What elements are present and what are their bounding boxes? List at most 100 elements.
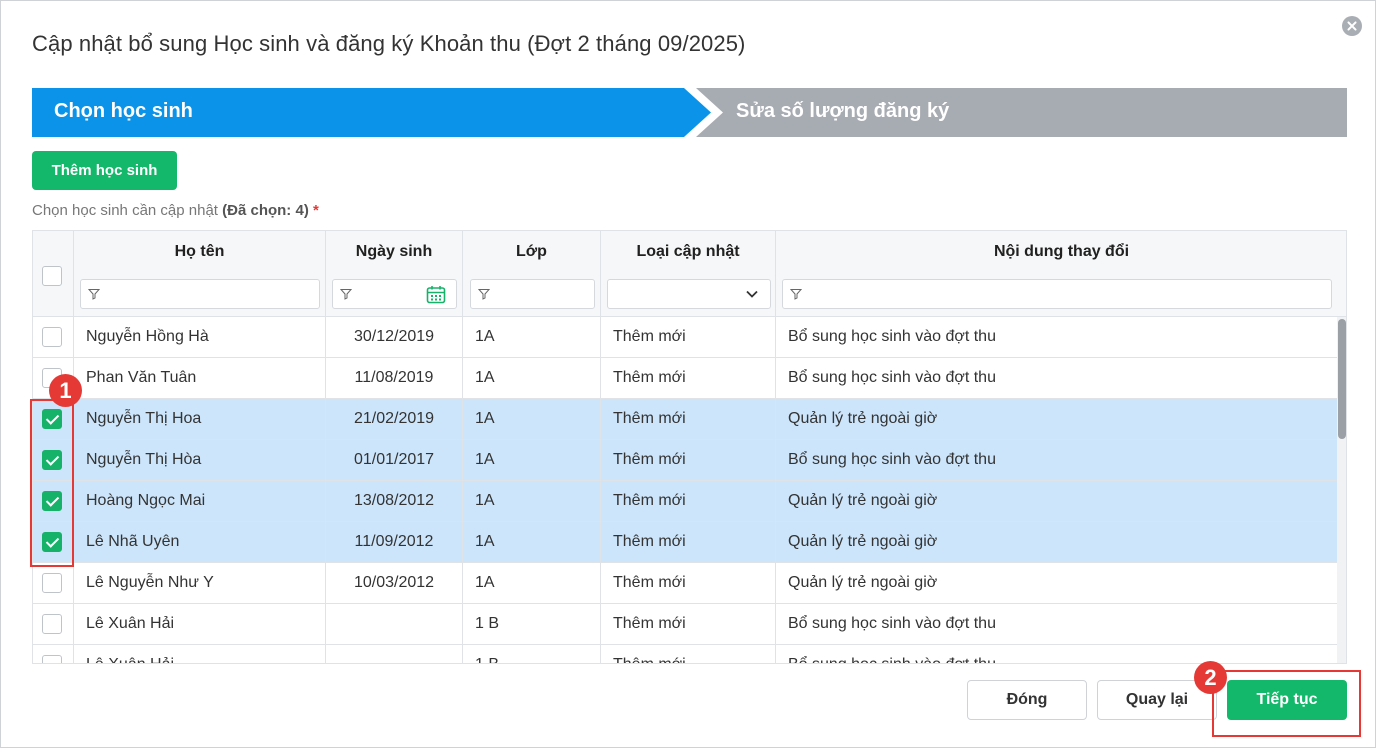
filter-dob-input[interactable]: [332, 279, 457, 309]
col-header-name: Họ tên: [174, 243, 225, 260]
cell-name: Phan Văn Tuân: [74, 358, 326, 398]
step-edit-quantity[interactable]: Sửa số lượng đăng ký: [736, 100, 949, 123]
cell-name: Nguyễn Thị Hoa: [74, 399, 326, 439]
cell-name: Lê Xuân Hải: [74, 645, 326, 663]
cell-class: 1A: [463, 440, 601, 480]
cell-select: [33, 317, 74, 357]
cell-content: Bổ sung học sinh vào đợt thu: [776, 645, 1337, 663]
filter-icon: [88, 289, 100, 300]
scrollbar-thumb[interactable]: [1338, 319, 1346, 439]
cell-dob: 30/12/2019: [326, 317, 463, 357]
table-row[interactable]: Lê Nguyễn Như Y 10/03/2012 1A Thêm mới Quản …: [33, 563, 1337, 604]
cell-dob: 01/01/2017: [326, 440, 463, 480]
cell-name: Hoàng Ngọc Mai: [74, 481, 326, 521]
cell-content: Bổ sung học sinh vào đợt thu: [788, 328, 996, 345]
cell-update-type: Thêm mới: [601, 317, 776, 357]
cell-dob: 11/08/2019: [326, 358, 463, 398]
cell-name: Nguyễn Hồng Hà: [74, 317, 326, 357]
col-header-update-type: Loại cập nhật: [636, 243, 740, 260]
header-content: Nội dung thay đổi: [776, 231, 1346, 317]
cell-dob: [326, 604, 463, 644]
hint-text: Chọn học sinh cần cập nhật: [32, 202, 223, 219]
header-name: Họ tên: [74, 231, 326, 317]
cell-class: 1 B: [463, 645, 601, 663]
row-checkbox[interactable]: [42, 655, 62, 663]
table-row[interactable]: Nguyễn Hồng Hà 30/12/2019 1A Thêm mới Bổ sun…: [33, 317, 1337, 358]
cell-dob: 13/08/2012: [326, 481, 463, 521]
table-row[interactable]: Lê Xuân Hải 1 BThêm mớiBổ sung học sinh v…: [33, 645, 1337, 663]
filter-class-input[interactable]: [470, 279, 595, 309]
table-row[interactable]: Nguyễn Thị Hòa 01/01/2017 1A Thêm mới Bổ sun…: [33, 440, 1337, 481]
close-button[interactable]: Đóng: [967, 680, 1087, 720]
chevron-down-icon: [746, 290, 758, 298]
table-scrollbar[interactable]: [1337, 317, 1346, 663]
cell-content: Quản lý trẻ ngoài giờ: [788, 410, 938, 427]
step-badge-1: 1: [49, 374, 82, 407]
header-class: Lớp: [463, 231, 601, 317]
col-header-class: Lớp: [516, 243, 547, 260]
selection-hint: Chọn học sinh cần cập nhật (Đã chọn: 4) …: [32, 202, 319, 219]
cell-content: Bổ sung học sinh vào đợt thu: [788, 451, 996, 468]
table-header: Họ tên Ngày sinh Lớp Loại cập nhật Nội d…: [33, 231, 1346, 317]
table-row[interactable]: Lê Nhã Uyên 11/09/2012 1A Thêm mới Quản lý t…: [33, 522, 1337, 563]
cell-content: Bổ sung học sinh vào đợt thu: [788, 369, 996, 386]
cell-class: 1A: [463, 481, 601, 521]
filter-icon: [790, 289, 802, 300]
cell-select: [33, 645, 74, 663]
step-choose-student[interactable]: Chọn học sinh: [54, 100, 193, 123]
table-row[interactable]: Lê Xuân Hải1 BThêm mớiBổ sung học sinh v…: [33, 604, 1337, 645]
stepper-shapes: [32, 88, 1347, 137]
filter-name-input[interactable]: [80, 279, 320, 309]
header-update-type: Loại cập nhật: [601, 231, 776, 317]
col-header-dob: Ngày sinh: [355, 243, 433, 260]
filter-content-input[interactable]: [782, 279, 1332, 309]
cell-dob: 10/03/2012: [326, 563, 463, 603]
cell-name: Lê Xuân Hải: [74, 604, 326, 644]
select-all-checkbox[interactable]: [42, 266, 62, 286]
filter-icon: [340, 289, 352, 300]
cell-name: Lê Nguyễn Như Y: [74, 563, 326, 603]
cell-update-type: Thêm mới: [601, 604, 776, 644]
cell-update-type: Thêm mới: [601, 563, 776, 603]
add-student-button[interactable]: Thêm học sinh: [32, 151, 177, 190]
cell-class: 1A: [463, 522, 601, 562]
step-badge-2: 2: [1194, 661, 1227, 694]
cell-update-type: Thêm mới: [601, 522, 776, 562]
student-table: Họ tên Ngày sinh Lớp Loại cập nhật Nội d…: [32, 230, 1347, 664]
cell-class: 1A: [463, 399, 601, 439]
calendar-icon[interactable]: [426, 285, 446, 304]
cell-dob: 11/09/2012: [326, 522, 463, 562]
col-header-content: Nội dung thay đổi: [993, 243, 1130, 260]
highlight-box-continue: [1212, 670, 1361, 737]
row-checkbox[interactable]: [42, 614, 62, 634]
cell-update-type: Thêm mới: [601, 645, 776, 663]
cell-dob: 21/02/2019: [326, 399, 463, 439]
cell-content: Quản lý trẻ ngoài giờ: [788, 492, 938, 509]
cell-dob: [326, 645, 463, 663]
cell-select: [33, 604, 74, 644]
cell-class: 1A: [463, 317, 601, 357]
stepper: Chọn học sinh Sửa số lượng đăng ký: [32, 88, 1347, 137]
table-row[interactable]: Hoàng Ngọc Mai 13/08/2012 1A Thêm mới Quản l…: [33, 481, 1337, 522]
cell-update-type: Thêm mới: [601, 358, 776, 398]
cell-content: Bổ sung học sinh vào đợt thu: [788, 615, 996, 632]
table-row[interactable]: Phan Văn Tuân 11/08/2019 1A Thêm mới Bổ sung…: [33, 358, 1337, 399]
cell-update-type: Thêm mới: [601, 481, 776, 521]
table-body: Nguyễn Hồng Hà 30/12/2019 1A Thêm mới Bổ sun…: [33, 317, 1337, 663]
cell-update-type: Thêm mới: [601, 399, 776, 439]
row-checkbox[interactable]: [42, 327, 62, 347]
cell-name: Lê Nhã Uyên: [74, 522, 326, 562]
dialog: Cập nhật bổ sung Học sinh và đăng ký Kho…: [0, 0, 1376, 748]
filter-icon: [478, 289, 490, 300]
header-select-cell: [33, 231, 74, 317]
close-icon[interactable]: [1342, 16, 1362, 36]
row-checkbox[interactable]: [42, 573, 62, 593]
filter-update-type-select[interactable]: [607, 279, 771, 309]
cell-class: 1A: [463, 358, 601, 398]
required-mark: *: [312, 202, 319, 219]
table-row[interactable]: Nguyễn Thị Hoa 21/02/2019 1A Thêm mới Quản l…: [33, 399, 1337, 440]
header-dob: Ngày sinh: [326, 231, 463, 317]
dialog-title: Cập nhật bổ sung Học sinh và đăng ký Kho…: [32, 31, 746, 56]
highlight-box-checkboxes: [30, 399, 74, 567]
cell-name: Nguyễn Thị Hòa: [74, 440, 326, 480]
